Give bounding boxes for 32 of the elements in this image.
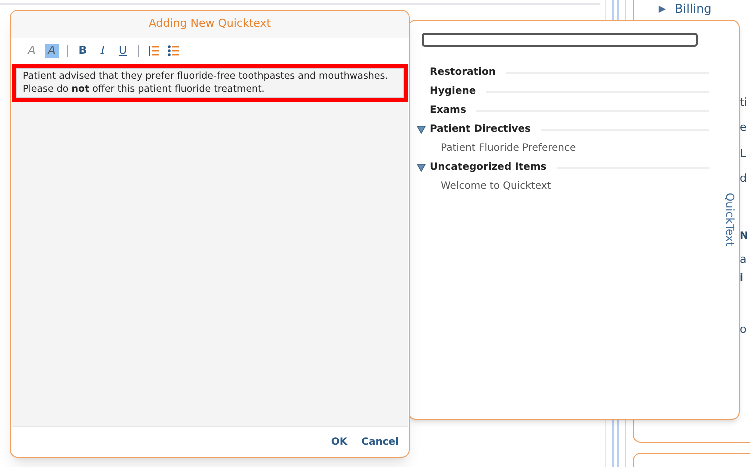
text-fragment: N (740, 230, 748, 244)
font-color-button[interactable]: A (25, 44, 39, 58)
cancel-button[interactable]: Cancel (362, 434, 399, 450)
text-fragment: d (740, 172, 747, 186)
dialog-title: Adding New Quicktext (148, 16, 272, 32)
highlight-button[interactable]: A (45, 44, 59, 58)
text-editor[interactable]: Patient advised that they prefer fluoride-free toothpastes and mouthwashes. Please do not offer this patient fluoride treatment. (16, 68, 404, 98)
nav-link[interactable]: Billing (675, 0, 712, 18)
text-fragment: a (740, 253, 747, 267)
triangle-icon (658, 4, 667, 14)
italic-button[interactable]: I (96, 44, 110, 58)
quicktext-item[interactable]: Patient Fluoride Preference (441, 141, 576, 156)
category-label[interactable]: Restoration (430, 65, 496, 80)
quicktext-item[interactable]: Welcome to Quicktext (441, 179, 552, 194)
text-fragment: L (740, 147, 746, 161)
text-fragment: e (740, 121, 747, 135)
bullet-list-icon[interactable] (167, 44, 181, 58)
category-label[interactable]: Hygiene (430, 84, 476, 99)
category-label[interactable]: Exams (430, 103, 466, 118)
category-label[interactable]: Uncategorized Items (430, 160, 547, 175)
numbered-list-icon[interactable] (147, 44, 161, 58)
bold-button[interactable]: B (76, 44, 90, 58)
search-field[interactable] (422, 33, 698, 47)
category-label[interactable]: Patient Directives (430, 122, 532, 137)
text-fragment: o (740, 323, 747, 337)
text-fragment: i (740, 272, 744, 286)
expand-triangle-icon[interactable] (417, 126, 426, 134)
side-tab[interactable]: QuickText (721, 193, 738, 246)
expand-triangle-icon[interactable] (417, 164, 426, 172)
ok-button[interactable]: OK (331, 434, 348, 450)
text-fragment: ti (740, 96, 748, 110)
underline-button[interactable]: U (116, 44, 130, 58)
